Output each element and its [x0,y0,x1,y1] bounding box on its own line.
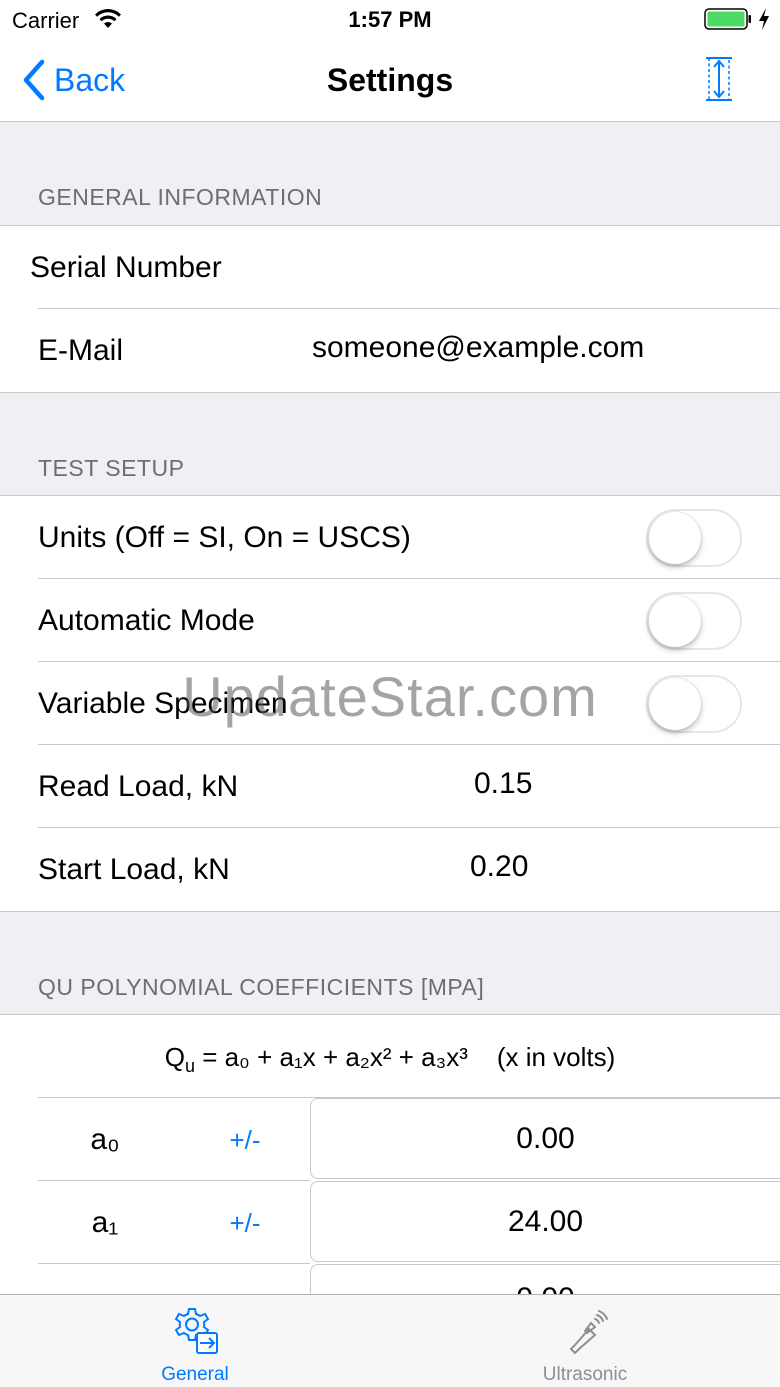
email-field[interactable]: someone@example.com [312,306,644,389]
group-test-setup: Units (Off = SI, On = USCS) Automatic Mo… [0,495,780,912]
formula-note: (x in volts) [496,1042,616,1072]
automatic-mode-label: Automatic Mode [38,604,255,637]
navigation-bar: Back Settings [0,40,780,122]
transducer-icon [559,1305,611,1362]
group-general: Serial Number E-Mail someone@example.com [0,225,780,393]
start-load-row[interactable]: Start Load, kN 0.20 [0,828,780,911]
battery-icon [704,8,752,30]
email-row[interactable]: E-Mail someone@example.com [0,309,780,392]
units-toggle[interactable] [646,509,742,567]
toggle-knob [649,595,701,647]
toggle-knob [649,512,701,564]
sign-toggle-button[interactable]: +/- [215,1180,275,1263]
polynomial-formula: Qu = a₀ + a₁x + a₂x² + a₃x³ (x in volts) [0,1015,780,1097]
coefficient-input[interactable]: 24.00 [310,1181,780,1262]
read-load-field[interactable]: 0.15 [474,742,532,825]
units-row: Units (Off = SI, On = USCS) [0,496,780,579]
variable-specimen-row: Variable Specimen [0,662,780,745]
coefficient-name: a₀ [90,1123,120,1156]
formula-q: Q [164,1042,185,1072]
serial-number-row[interactable]: Serial Number [0,226,780,309]
read-load-label: Read Load, kN [38,770,239,803]
toggle-knob [649,678,701,730]
formula-subscript: u [184,1056,195,1077]
section-header-qu: QU POLYNOMIAL COEFFICIENTS [MPA] [38,974,485,1000]
tab-ultrasonic[interactable]: Ultrasonic [390,1295,780,1387]
section-header-general: GENERAL INFORMATION [38,184,323,210]
coefficient-input[interactable]: 0.00 [310,1098,780,1179]
tab-general-label: General [161,1364,229,1385]
gear-icon [169,1305,221,1362]
status-bar: Carrier 1:57 PM [0,0,780,40]
automatic-mode-row: Automatic Mode [0,579,780,662]
coefficient-name: a₁ [91,1206,119,1239]
vertical-resize-icon[interactable] [704,54,734,109]
serial-number-label: Serial Number [30,251,222,284]
variable-specimen-label: Variable Specimen [38,687,288,720]
automatic-mode-toggle[interactable] [646,592,742,650]
charging-icon [757,7,771,36]
tab-general[interactable]: General [0,1295,390,1387]
start-load-label: Start Load, kN [38,853,230,886]
start-load-field[interactable]: 0.20 [470,825,528,908]
formula-terms: = a₀ + a₁x + a₂x² + a₃x³ [194,1042,468,1072]
tab-bar: General Ultrasonic [0,1294,780,1387]
coefficient-row-a1: a₁ +/- 24.00 [0,1180,780,1263]
coefficient-row-a0: a₀ +/- 0.00 [0,1097,780,1180]
page-title: Settings [326,62,454,98]
clock: 1:57 PM [348,7,432,32]
read-load-row[interactable]: Read Load, kN 0.15 [0,745,780,828]
group-qu-coefficients: Qu = a₀ + a₁x + a₂x² + a₃x³ (x in volts)… [0,1014,780,1345]
tab-ultrasonic-label: Ultrasonic [542,1364,628,1385]
variable-specimen-toggle[interactable] [646,675,742,733]
sign-toggle-button[interactable]: +/- [215,1097,275,1180]
email-label: E-Mail [38,334,124,367]
section-header-test-setup: TEST SETUP [38,455,185,481]
units-label: Units (Off = SI, On = USCS) [38,521,411,554]
